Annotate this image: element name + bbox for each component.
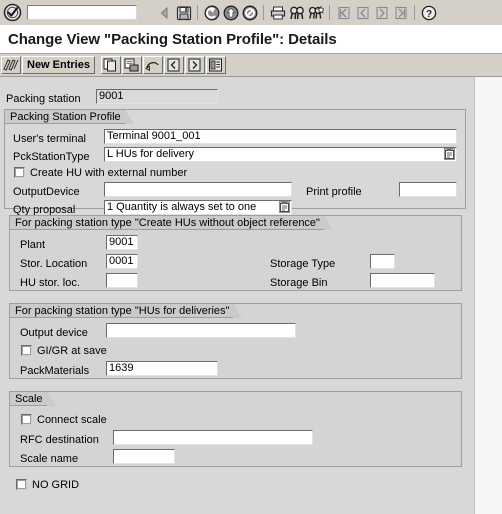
save-icon[interactable] bbox=[174, 3, 193, 22]
cancel-icon[interactable] bbox=[240, 3, 259, 22]
ok-check-icon[interactable] bbox=[3, 3, 22, 22]
hus-deliveries-group-title: For packing station type "HUs for delive… bbox=[9, 303, 243, 318]
create-hus-without-object-reference-group: For packing station type "Create HUs wit… bbox=[9, 215, 462, 291]
storage-type-input[interactable] bbox=[370, 254, 395, 269]
application-toolbar: New Entries bbox=[0, 54, 502, 77]
command-field[interactable] bbox=[27, 5, 137, 20]
plant-input[interactable]: 9001 bbox=[106, 235, 138, 250]
gi-gr-at-save-label: GI/GR at save bbox=[37, 345, 107, 357]
help-icon[interactable]: ? bbox=[419, 3, 438, 22]
find-next-icon[interactable] bbox=[306, 3, 325, 22]
svg-text:?: ? bbox=[425, 9, 431, 20]
scale-name-input[interactable] bbox=[113, 449, 175, 464]
group-title-text: Packing Station Profile bbox=[10, 110, 121, 123]
previous-entry-button[interactable] bbox=[163, 56, 184, 74]
undo-button[interactable] bbox=[142, 56, 163, 74]
gi-gr-at-save-checkbox[interactable] bbox=[21, 345, 32, 356]
qty-proposal-value-help-icon[interactable] bbox=[279, 201, 290, 213]
no-grid-label: NO GRID bbox=[32, 479, 80, 491]
new-entries-label: New Entries bbox=[27, 59, 90, 71]
pck-station-type-input[interactable]: L HUs for delivery bbox=[104, 147, 457, 162]
next-entry-button[interactable] bbox=[184, 56, 205, 74]
next-page-icon[interactable] bbox=[372, 3, 391, 22]
packing-station-input[interactable]: 9001 bbox=[96, 89, 218, 104]
back-arrow-icon[interactable] bbox=[155, 3, 174, 22]
display-change-button[interactable] bbox=[1, 56, 21, 74]
connect-scale-label: Connect scale bbox=[37, 414, 107, 426]
hu-stor-loc-label: HU stor. loc. bbox=[20, 277, 80, 289]
form-sheet: Packing station 9001 Packing Station Pro… bbox=[0, 77, 475, 514]
scale-group: Scale Connect scale RFC destination Scal… bbox=[9, 391, 462, 467]
hu-stor-loc-input[interactable] bbox=[106, 273, 138, 288]
command-toolbar: ? bbox=[0, 0, 502, 26]
form-canvas: Packing station 9001 Packing Station Pro… bbox=[0, 77, 502, 514]
group-title-slant bbox=[124, 109, 134, 124]
toolbar-separator bbox=[197, 5, 198, 20]
output-device-input[interactable] bbox=[104, 182, 292, 197]
group-title-slant bbox=[233, 303, 243, 318]
packing-station-profile-group-title: Packing Station Profile bbox=[4, 109, 134, 124]
create-hus-group-title: For packing station type "Create HUs wit… bbox=[9, 215, 333, 230]
pck-station-type-label: PckStationType bbox=[13, 151, 90, 163]
last-page-icon[interactable] bbox=[391, 3, 410, 22]
toolbar-separator bbox=[329, 5, 330, 20]
pack-materials-label: PackMaterials bbox=[20, 365, 90, 377]
users-terminal-label: User's terminal bbox=[13, 133, 87, 145]
pack-materials-input[interactable]: 1639 bbox=[106, 361, 218, 376]
group-title-text: For packing station type "Create HUs wit… bbox=[15, 216, 320, 229]
right-gutter bbox=[475, 77, 502, 514]
storage-bin-label: Storage Bin bbox=[270, 277, 328, 289]
exit-green-icon[interactable] bbox=[221, 3, 240, 22]
qty-proposal-input[interactable]: 1 Quantity is always set to one bbox=[104, 200, 292, 215]
find-icon[interactable] bbox=[287, 3, 306, 22]
users-terminal-input[interactable]: Terminal 9001_001 bbox=[104, 129, 457, 144]
copy-as-button[interactable] bbox=[100, 56, 121, 74]
title-bar: Change View "Packing Station Profile": D… bbox=[0, 25, 502, 54]
output-device-label: OutputDevice bbox=[13, 186, 80, 198]
connect-scale-checkbox[interactable] bbox=[21, 414, 32, 425]
details-button[interactable] bbox=[205, 56, 226, 74]
no-grid-checkbox[interactable] bbox=[16, 479, 27, 490]
command-toolbar-icons: ? bbox=[151, 3, 438, 22]
plant-label: Plant bbox=[20, 239, 46, 251]
rfc-destination-label: RFC destination bbox=[20, 434, 99, 446]
delivery-output-device-label: Output device bbox=[20, 327, 88, 339]
hus-for-deliveries-group: For packing station type "HUs for delive… bbox=[9, 303, 462, 379]
toolbar-separator bbox=[263, 5, 264, 20]
previous-page-icon[interactable] bbox=[353, 3, 372, 22]
print-profile-input[interactable] bbox=[399, 182, 457, 197]
group-title-slant bbox=[46, 391, 56, 406]
packing-station-profile-group: Packing Station Profile User's terminal … bbox=[4, 109, 466, 491]
scale-group-title: Scale bbox=[9, 391, 56, 406]
print-icon[interactable] bbox=[268, 3, 287, 22]
packing-station-label: Packing station bbox=[6, 93, 81, 105]
stor-location-input[interactable]: 0001 bbox=[106, 254, 138, 269]
print-profile-label: Print profile bbox=[306, 186, 362, 198]
scale-name-label: Scale name bbox=[20, 453, 79, 465]
stor-location-label: Stor. Location bbox=[20, 258, 88, 270]
toolbar-separator bbox=[414, 5, 415, 20]
first-page-icon[interactable] bbox=[334, 3, 353, 22]
delete-button[interactable] bbox=[121, 56, 142, 74]
pck-station-type-value-help-icon[interactable] bbox=[444, 148, 455, 160]
page-title: Change View "Packing Station Profile": D… bbox=[8, 30, 337, 48]
storage-bin-input[interactable] bbox=[370, 273, 435, 288]
group-title-text: For packing station type "HUs for delive… bbox=[15, 304, 230, 317]
create-hu-external-checkbox[interactable] bbox=[14, 167, 25, 178]
sap-gui-window: ? Change View "Packing Station Profile":… bbox=[0, 0, 502, 514]
create-hu-external-label: Create HU with external number bbox=[30, 167, 188, 179]
group-title-text: Scale bbox=[15, 392, 43, 405]
rfc-destination-input[interactable] bbox=[113, 430, 313, 445]
new-entries-button[interactable]: New Entries bbox=[22, 56, 95, 74]
delivery-output-device-input[interactable] bbox=[106, 323, 296, 338]
back-green-icon[interactable] bbox=[202, 3, 221, 22]
group-title-slant bbox=[323, 215, 333, 230]
storage-type-label: Storage Type bbox=[270, 258, 336, 270]
